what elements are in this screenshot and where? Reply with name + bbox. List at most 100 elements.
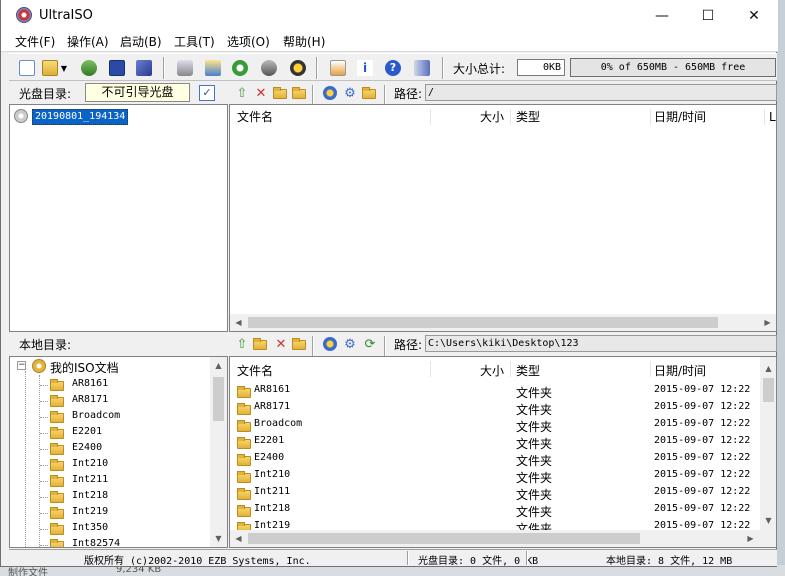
new-folder-icon[interactable] xyxy=(251,334,271,354)
burn-icon[interactable] xyxy=(175,58,195,78)
desktop-background-right xyxy=(776,0,785,576)
tree-item[interactable]: Int218 xyxy=(10,489,227,506)
file-row[interactable]: E2201 文件夹 2015-09-07 12:22 xyxy=(230,434,760,451)
tree-item[interactable]: AR8171 xyxy=(10,393,227,410)
collapse-icon[interactable]: − xyxy=(17,361,26,370)
settings-gear-icon[interactable]: ⚙ xyxy=(340,83,360,103)
rename-icon[interactable] xyxy=(290,83,310,103)
column-header-size[interactable]: 大小 xyxy=(480,105,504,129)
tree-item[interactable]: Int211 xyxy=(10,473,227,490)
open-icon[interactable] xyxy=(40,58,60,78)
up-folder-icon[interactable]: ⇧ xyxy=(232,83,252,103)
file-row[interactable]: Int210 文件夹 2015-09-07 12:22 xyxy=(230,468,760,485)
scroll-left-icon[interactable]: ◀ xyxy=(230,530,247,547)
scroll-up-icon[interactable]: ▲ xyxy=(210,357,227,374)
hscroll-thumb[interactable] xyxy=(248,533,640,544)
menu-actions[interactable]: 操作(A) xyxy=(67,33,109,50)
file-row[interactable]: Int218 文件夹 2015-09-07 12:22 xyxy=(230,502,760,519)
file-row[interactable]: AR8171 文件夹 2015-09-07 12:22 xyxy=(230,400,760,417)
vscroll-thumb[interactable] xyxy=(763,378,774,402)
close-button[interactable]: ✕ xyxy=(731,0,777,31)
open-dropdown-icon[interactable]: ▼ xyxy=(59,58,69,78)
tree-item[interactable]: Int82574 xyxy=(10,537,227,547)
settings-gear-icon[interactable]: ⚙ xyxy=(340,334,360,354)
tree-item[interactable]: E2201 xyxy=(10,425,227,442)
file-row[interactable]: AR8161 文件夹 2015-09-07 12:22 xyxy=(230,383,760,400)
new-folder-icon[interactable] xyxy=(271,83,291,103)
save-as-icon[interactable] xyxy=(134,58,154,78)
column-header-extra[interactable]: L xyxy=(769,105,776,129)
file-row[interactable]: Broadcom 文件夹 2015-09-07 12:22 xyxy=(230,417,760,434)
tree-item[interactable]: Int219 xyxy=(10,505,227,522)
disc-tree-root[interactable]: 20190801_194134 xyxy=(32,109,129,125)
local-directory-label: 本地目录: xyxy=(19,338,72,352)
hscroll-thumb[interactable] xyxy=(248,317,718,328)
refresh-icon[interactable]: ⟳ xyxy=(360,334,380,354)
scroll-down-icon[interactable]: ▼ xyxy=(210,530,227,547)
extract-icon[interactable] xyxy=(79,58,99,78)
boot-properties-icon[interactable]: ✓ xyxy=(199,85,215,101)
file-type: 文件夹 xyxy=(516,471,553,485)
view-options-icon[interactable] xyxy=(360,83,380,103)
refresh-disc-icon[interactable] xyxy=(320,83,340,103)
tree-item[interactable]: Broadcom xyxy=(10,409,227,426)
disc-path-field[interactable]: / xyxy=(425,84,777,101)
menu-bootable[interactable]: 启动(B) xyxy=(120,33,162,50)
tree-item-label: Int210 xyxy=(72,458,109,469)
scroll-down-icon[interactable]: ▼ xyxy=(760,512,776,529)
tree-item[interactable]: E2400 xyxy=(10,441,227,458)
save-icon[interactable] xyxy=(107,58,127,78)
info-icon[interactable]: i xyxy=(355,58,375,78)
scroll-up-icon[interactable]: ▲ xyxy=(760,360,776,377)
help-icon[interactable]: ? xyxy=(383,58,403,78)
column-header-type[interactable]: 类型 xyxy=(516,359,540,383)
column-header-name[interactable]: 文件名 xyxy=(237,359,273,383)
compress-icon[interactable] xyxy=(259,58,279,78)
column-header-type[interactable]: 类型 xyxy=(516,105,540,129)
menu-options[interactable]: 选项(O) xyxy=(227,33,270,50)
menu-file[interactable]: 文件(F) xyxy=(15,33,55,50)
local-list-vscrollbar[interactable]: ▲ ▼ xyxy=(760,357,776,547)
column-header-name[interactable]: 文件名 xyxy=(237,105,273,129)
refresh-disc-icon[interactable] xyxy=(320,334,340,354)
properties-icon[interactable] xyxy=(328,58,348,78)
vscroll-thumb[interactable] xyxy=(213,377,224,421)
boot-type-field[interactable]: 不可引导光盘 xyxy=(85,83,190,102)
tree-root-label[interactable]: 我的ISO文档 xyxy=(50,359,119,376)
column-header-size[interactable]: 大小 xyxy=(480,359,504,383)
folder-icon xyxy=(237,471,251,483)
minimize-button[interactable]: — xyxy=(639,0,685,31)
folder-icon xyxy=(237,505,251,517)
maximize-button[interactable]: ☐ xyxy=(685,0,731,31)
scroll-right-icon[interactable]: ▶ xyxy=(759,314,776,331)
up-folder-icon[interactable]: ⇧ xyxy=(232,334,252,354)
file-row[interactable]: E2400 文件夹 2015-09-07 12:22 xyxy=(230,451,760,468)
rename-icon[interactable] xyxy=(290,334,310,354)
delete-icon[interactable]: ✕ xyxy=(251,83,271,103)
file-date: 2015-09-07 12:22 xyxy=(654,384,751,395)
column-header-date[interactable]: 日期/时间 xyxy=(654,105,706,129)
column-header-date[interactable]: 日期/时间 xyxy=(654,359,706,383)
disc-list-hscrollbar[interactable]: ◀ ▶ xyxy=(230,314,776,331)
local-tree-vscrollbar[interactable]: ▲ ▼ xyxy=(210,357,227,547)
delete-icon[interactable]: ✕ xyxy=(271,334,291,354)
menu-tools[interactable]: 工具(T) xyxy=(174,33,215,50)
tree-item-label: AR8161 xyxy=(72,378,109,389)
tree-item[interactable]: AR8161 xyxy=(10,377,227,394)
file-row[interactable]: Int211 文件夹 2015-09-07 12:22 xyxy=(230,485,760,502)
tree-item[interactable]: Int210 xyxy=(10,457,227,474)
scroll-right-icon[interactable]: ▶ xyxy=(742,530,759,547)
local-list-hscrollbar[interactable]: ◀ ▶ xyxy=(230,530,760,547)
make-cd-image-icon[interactable] xyxy=(230,58,250,78)
virtual-drive-icon[interactable] xyxy=(203,58,223,78)
menu-help[interactable]: 帮助(H) xyxy=(283,33,325,50)
local-path-field[interactable]: C:\Users\kiki\Desktop\123 xyxy=(425,335,777,352)
menu-bar: 文件(F) 操作(A) 启动(B) 工具(T) 选项(O) 帮助(H) xyxy=(1,31,778,51)
file-name: E2201 xyxy=(254,435,285,446)
tree-item-label: Int218 xyxy=(72,490,109,501)
scroll-left-icon[interactable]: ◀ xyxy=(230,314,247,331)
new-file-icon[interactable] xyxy=(17,58,37,78)
tree-item[interactable]: Int350 xyxy=(10,521,227,538)
mount-icon[interactable] xyxy=(288,58,308,78)
exit-icon[interactable] xyxy=(412,58,432,78)
